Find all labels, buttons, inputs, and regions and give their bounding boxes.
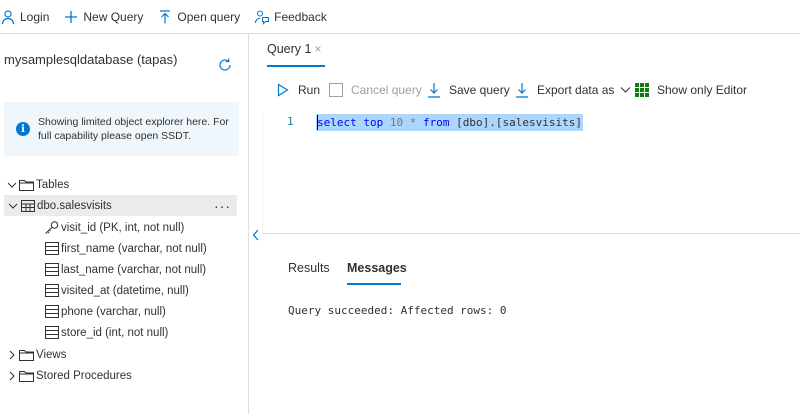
person-icon — [0, 9, 16, 25]
tables-label: Tables — [36, 178, 70, 191]
tree-node-column[interactable]: first_name (varchar, not null) — [44, 238, 207, 259]
number-literal: 10 — [389, 116, 404, 129]
database-title: mysamplesqldatabase (tapas) — [4, 52, 178, 67]
show-only-editor-button[interactable]: Show only Editor — [634, 78, 747, 102]
download-icon — [514, 82, 530, 98]
tree-node-views[interactable]: Views — [6, 344, 66, 365]
tree-node-column[interactable]: last_name (varchar, not null) — [44, 259, 206, 280]
column-icon — [44, 242, 59, 256]
run-label: Run — [298, 83, 321, 97]
refresh-icon[interactable] — [216, 56, 234, 74]
tree-node-column[interactable]: store_id (int, not null) — [44, 322, 168, 343]
new-query-button[interactable]: New Query — [63, 0, 143, 34]
feedback-label: Feedback — [274, 9, 327, 24]
editor-tab-strip: Query 1 × — [250, 34, 800, 67]
run-button[interactable]: Run — [275, 78, 320, 102]
column-label: visited_at (datetime, null) — [61, 284, 189, 297]
folder-icon — [19, 178, 34, 192]
column-icon — [44, 263, 59, 277]
save-query-button[interactable]: Save query — [426, 78, 510, 102]
results-tab-strip: Results Messages — [288, 259, 588, 285]
line-number: 1 — [287, 115, 294, 128]
chevron-down-icon[interactable] — [6, 179, 18, 191]
active-tab-indicator — [267, 65, 325, 67]
tree-node-column[interactable]: visit_id (PK, int, not null) — [44, 217, 184, 238]
tree-node-column[interactable]: phone (varchar, null) — [44, 301, 166, 322]
feedback-icon — [254, 9, 270, 25]
tab-messages[interactable]: Messages — [347, 261, 407, 275]
chevron-left-icon — [252, 229, 259, 241]
open-query-button[interactable]: Open query — [157, 0, 240, 34]
more-options-icon[interactable]: ··· — [214, 195, 231, 216]
export-data-label: Export data as — [537, 83, 615, 97]
info-banner: i Showing limited object explorer here. … — [4, 102, 239, 156]
keyword-select: select — [317, 116, 357, 129]
open-query-label: Open query — [177, 9, 241, 24]
tab-query-1[interactable]: Query 1 × — [267, 42, 321, 56]
code-line[interactable]: select top 10 * from [dbo].[salesvisits] — [316, 114, 583, 131]
plus-icon — [63, 9, 79, 25]
column-icon — [44, 326, 59, 340]
chevron-down-icon[interactable] — [7, 200, 19, 212]
active-tab-indicator — [347, 283, 401, 285]
info-icon: i — [16, 122, 30, 136]
upload-icon — [157, 9, 173, 25]
info-text-line2: full capability please open SSDT. — [38, 130, 191, 142]
folder-icon — [19, 348, 34, 362]
new-query-label: New Query — [83, 9, 144, 24]
chevron-right-icon[interactable] — [6, 349, 18, 361]
grid-icon — [634, 82, 650, 98]
text-cursor — [317, 115, 318, 130]
feedback-button[interactable]: Feedback — [254, 0, 327, 34]
keyword-from: from — [423, 116, 450, 129]
play-icon — [275, 82, 291, 98]
keyword-top: top — [363, 116, 384, 129]
star-operator: * — [409, 116, 417, 129]
column-label: visit_id (PK, int, not null) — [61, 221, 185, 234]
object-explorer-pane: mysamplesqldatabase (tapas) i Showing li… — [0, 34, 249, 414]
folder-icon — [19, 369, 34, 383]
column-label: first_name (varchar, not null) — [61, 242, 207, 255]
column-label: last_name (varchar, not null) — [61, 263, 207, 276]
tree-node-column[interactable]: visited_at (datetime, null) — [44, 280, 189, 301]
login-button[interactable]: Login — [0, 0, 49, 34]
collapse-pane-button[interactable] — [250, 227, 262, 243]
close-icon[interactable]: × — [314, 42, 321, 56]
query-message: Query succeeded: Affected rows: 0 — [288, 304, 507, 317]
views-label: Views — [36, 348, 67, 361]
key-icon — [44, 221, 59, 235]
tab-results[interactable]: Results — [288, 261, 330, 275]
save-query-label: Save query — [449, 83, 510, 97]
export-data-button[interactable]: Export data as — [514, 78, 631, 102]
table-icon — [20, 199, 35, 213]
table-identifier: [dbo].[salesvisits] — [456, 116, 582, 129]
show-only-editor-label: Show only Editor — [657, 83, 748, 97]
column-icon — [44, 284, 59, 298]
column-label: store_id (int, not null) — [61, 326, 169, 339]
tree-node-table-salesvisits[interactable]: dbo.salesvisits ··· — [4, 195, 237, 216]
chevron-right-icon[interactable] — [6, 370, 18, 382]
stored-procedures-label: Stored Procedures — [36, 369, 132, 382]
stop-icon — [328, 82, 344, 98]
download-icon — [426, 82, 442, 98]
cancel-query-label: Cancel query — [351, 83, 422, 97]
login-label: Login — [20, 9, 50, 24]
tree-node-stored-procedures[interactable]: Stored Procedures — [6, 365, 132, 386]
tab-label: Query 1 — [267, 42, 312, 56]
top-toolbar: Login New Query Open query Feedback — [0, 0, 800, 34]
info-text-line1: Showing limited object explorer here. Fo… — [38, 116, 229, 128]
query-toolbar: Run Cancel query Save query Export data … — [250, 78, 800, 102]
column-icon — [44, 305, 59, 319]
query-editor[interactable]: 1 select top 10 * from [dbo].[salesvisit… — [262, 112, 800, 234]
chevron-down-icon — [620, 86, 631, 94]
table-name-label: dbo.salesvisits — [37, 199, 112, 212]
tree-node-tables[interactable]: Tables — [6, 174, 69, 195]
column-label: phone (varchar, null) — [61, 305, 166, 318]
cancel-query-button[interactable]: Cancel query — [328, 78, 422, 102]
